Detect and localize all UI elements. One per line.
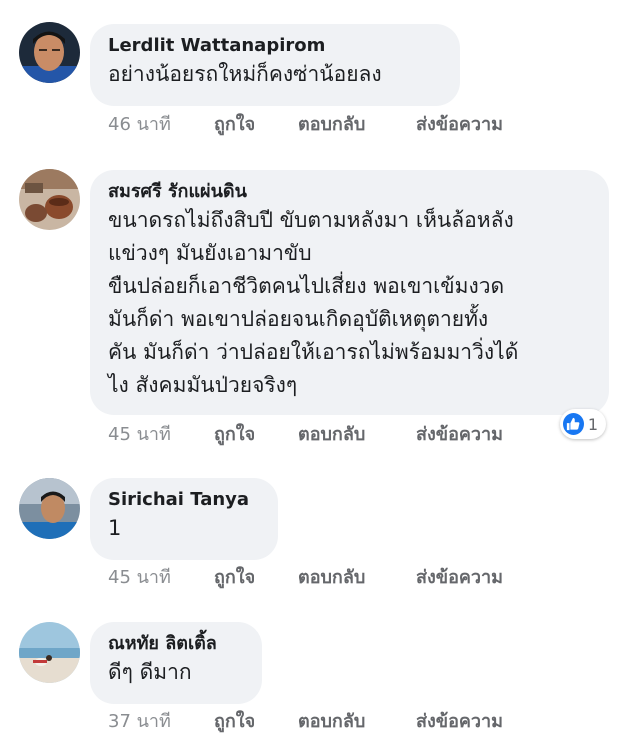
- comment-text: อย่างน้อยรถใหม่ก็คงซ่าน้อยลง: [108, 62, 382, 86]
- reaction-badge[interactable]: 1: [560, 409, 606, 439]
- comment-time[interactable]: 46 นาที: [108, 113, 171, 137]
- comment-author[interactable]: Sirichai Tanya: [108, 488, 260, 512]
- comment-time[interactable]: 45 นาที: [108, 566, 171, 590]
- thumbs-up-icon: [563, 413, 584, 435]
- comment-text: 1: [108, 516, 122, 540]
- avatar-photo: [19, 169, 80, 230]
- reply-button[interactable]: ตอบกลับ: [298, 113, 365, 137]
- comment-bubble: Lerdlit Wattanapirom อย่างน้อยรถใหม่ก็คง…: [90, 24, 460, 106]
- reply-button[interactable]: ตอบกลับ: [298, 566, 365, 590]
- avatar-photo: [19, 478, 80, 539]
- like-button[interactable]: ถูกใจ: [214, 113, 255, 137]
- reply-button[interactable]: ตอบกลับ: [298, 710, 365, 734]
- avatar[interactable]: [19, 169, 80, 230]
- like-button[interactable]: ถูกใจ: [214, 566, 255, 590]
- avatar-photo: [19, 22, 80, 83]
- avatar[interactable]: [19, 622, 80, 683]
- avatar-photo: [19, 622, 80, 683]
- comment-author[interactable]: Lerdlit Wattanapirom: [108, 34, 442, 58]
- send-message-button[interactable]: ส่งข้อความ: [416, 710, 503, 734]
- send-message-button[interactable]: ส่งข้อความ: [416, 423, 503, 447]
- comment-author[interactable]: สมรศรี รักแผ่นดิน: [108, 180, 591, 204]
- reply-button[interactable]: ตอบกลับ: [298, 423, 365, 447]
- avatar[interactable]: [19, 478, 80, 539]
- comment-time[interactable]: 45 นาที: [108, 423, 171, 447]
- comment-bubble: สมรศรี รักแผ่นดิน ขนาดรถไม่ถึงสิบปี ขับต…: [90, 170, 609, 415]
- comment-author[interactable]: ณหทัย ลิตเติ้ล: [108, 632, 244, 656]
- send-message-button[interactable]: ส่งข้อความ: [416, 113, 503, 137]
- comment-bubble: Sirichai Tanya 1: [90, 478, 278, 560]
- like-button[interactable]: ถูกใจ: [214, 710, 255, 734]
- comment-time[interactable]: 37 นาที: [108, 710, 171, 734]
- comment-text: ดีๆ ดีมาก: [108, 660, 192, 684]
- comment-text: ขนาดรถไม่ถึงสิบปี ขับตามหลังมา เห็นล้อหล…: [108, 208, 519, 397]
- avatar[interactable]: [19, 22, 80, 83]
- like-button[interactable]: ถูกใจ: [214, 423, 255, 447]
- send-message-button[interactable]: ส่งข้อความ: [416, 566, 503, 590]
- comment-bubble: ณหทัย ลิตเติ้ล ดีๆ ดีมาก: [90, 622, 262, 704]
- reaction-count: 1: [587, 414, 598, 434]
